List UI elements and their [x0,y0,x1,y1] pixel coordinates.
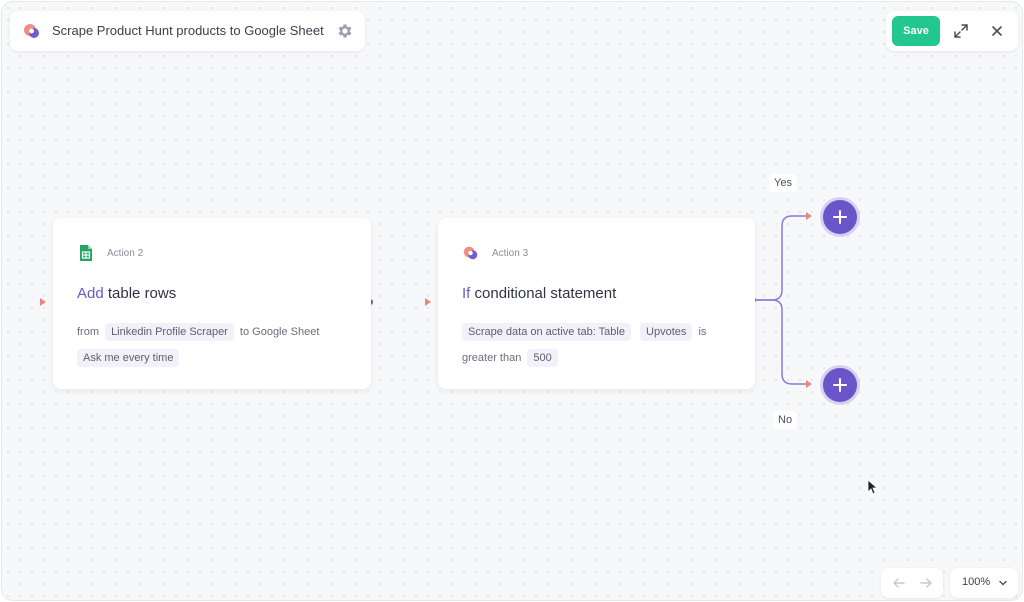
action-label: Action 2 [107,248,144,259]
from-text: from [77,326,99,338]
zoom-level: 100% [962,576,991,588]
action-label: Action 3 [492,248,529,259]
google-sheets-icon [80,245,92,261]
app-logo-icon [24,24,39,38]
value-chip[interactable]: 500 [527,349,558,367]
action-card-2[interactable]: Action 2 Add table rows from Linkedin Pr… [53,218,371,389]
app-logo-icon [463,246,478,260]
destination-text: to Google Sheet [239,326,320,338]
action-detail-line-2: Ask me every time [77,349,182,367]
action-detail-line-1: from Linkedin Profile Scraper to Google … [77,323,319,341]
source-chip[interactable]: Linkedin Profile Scraper [105,323,234,341]
plus-icon [833,378,847,392]
save-button[interactable]: Save [892,16,940,46]
workflow-title-bar: Scrape Product Hunt products to Google S… [10,11,365,51]
operator-text: greater than [462,352,522,364]
yes-branch-label: Yes [769,174,797,192]
undo-arrow-left-icon[interactable] [892,576,906,590]
settings-gear-icon[interactable] [336,22,354,40]
mouse-cursor-icon [867,479,877,495]
workflow-canvas[interactable]: Scrape Product Hunt products to Google S… [1,1,1023,601]
no-branch-label: No [773,411,798,429]
history-nav [881,568,943,598]
field-chip[interactable]: Upvotes [640,323,693,341]
top-right-actions: Save [886,11,1018,51]
zoom-select[interactable]: 100% [950,568,1018,598]
data-source-chip[interactable]: Scrape data on active tab: Table [462,323,631,341]
workflow-title[interactable]: Scrape Product Hunt products to Google S… [52,23,324,38]
action-keyword: Add [77,285,104,302]
ask-me-chip[interactable]: Ask me every time [77,349,180,367]
condition-line-2: greater than 500 [462,349,561,367]
add-step-yes-button[interactable] [820,197,860,237]
action-title: Add table rows [77,285,176,302]
action-title: If conditional statement [462,285,616,302]
action-card-3[interactable]: Action 3 If conditional statement Scrape… [438,218,755,389]
close-icon[interactable] [988,22,1006,40]
condition-line-1: Scrape data on active tab: Table Upvotes… [462,323,706,341]
chevron-down-icon [999,580,1007,586]
action-title-text: conditional statement [470,285,617,302]
add-step-no-button[interactable] [820,365,860,405]
expand-icon[interactable] [952,22,970,40]
plus-icon [833,210,847,224]
is-text: is [698,326,707,338]
redo-arrow-right-icon[interactable] [919,576,933,590]
action-title-text: table rows [103,285,177,302]
